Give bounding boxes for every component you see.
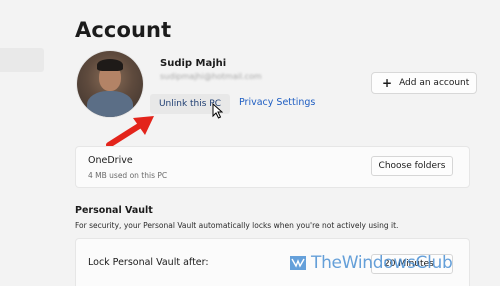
- lock-vault-label: Lock Personal Vault after:: [88, 257, 209, 268]
- personal-vault-heading: Personal Vault: [75, 205, 153, 216]
- user-email: sudipmajhi@hotmail.com: [160, 72, 262, 81]
- plus-icon: +: [382, 76, 393, 90]
- sidebar: [0, 0, 44, 286]
- user-name: Sudip Majhi: [160, 58, 227, 69]
- privacy-settings-link[interactable]: Privacy Settings: [239, 97, 315, 108]
- onedrive-title: OneDrive: [88, 155, 133, 166]
- onedrive-usage: 4 MB used on this PC: [88, 171, 168, 180]
- watermark-text: TheWindowsClub: [311, 253, 453, 273]
- onedrive-settings-window: Account Sudip Majhi sudipmajhi@hotmail.c…: [0, 0, 500, 286]
- avatar-hair: [97, 59, 123, 71]
- onedrive-card: OneDrive 4 MB used on this PC Choose fol…: [75, 146, 470, 188]
- avatar: [77, 51, 143, 117]
- add-account-button[interactable]: + Add an account: [371, 72, 477, 94]
- mouse-cursor-icon: [212, 103, 223, 119]
- red-arrow-icon: [106, 116, 154, 148]
- watermark-logo-icon: [290, 256, 306, 270]
- add-account-label: Add an account: [399, 78, 470, 88]
- choose-folders-button[interactable]: Choose folders: [371, 156, 453, 176]
- sidebar-item-selected[interactable]: [0, 48, 44, 72]
- watermark: TheWindowsClub: [289, 250, 453, 276]
- page-title: Account: [75, 18, 172, 42]
- personal-vault-description: For security, your Personal Vault automa…: [75, 221, 399, 230]
